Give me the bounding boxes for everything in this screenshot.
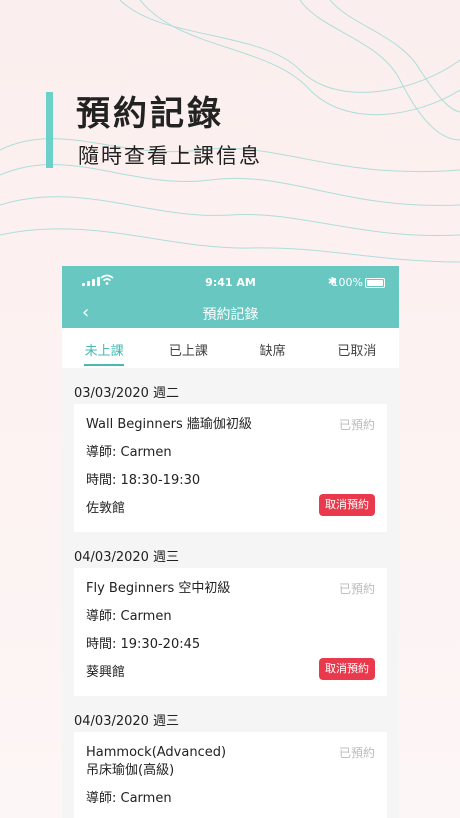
status-badge: 已預約 xyxy=(338,418,375,432)
cancel-booking-button[interactable]: 取消預約 xyxy=(319,494,375,516)
date-header: 03/03/2020 週二 xyxy=(74,386,180,401)
booking-card[interactable]: Fly Beginners 空中初級 已預約 導師: Carmen 時間: 19… xyxy=(74,568,387,696)
teacher-text: 導師: Carmen xyxy=(86,445,172,460)
tab-absent[interactable]: 缺席 xyxy=(231,328,315,368)
status-bar: 9:41 AM ✱ 100% xyxy=(62,266,399,298)
status-badge: 已預約 xyxy=(338,746,375,760)
nav-title: 預約記錄 xyxy=(202,307,259,323)
tab-cancelled[interactable]: 已取消 xyxy=(315,328,399,368)
hero-title: 預約記錄 xyxy=(76,94,224,134)
navigation-bar: ‹ 預約記錄 xyxy=(62,298,399,328)
class-title: Fly Beginners 空中初級 xyxy=(86,581,231,596)
date-header: 04/03/2020 週三 xyxy=(74,550,180,565)
status-badge: 已預約 xyxy=(338,582,375,596)
booking-list: 03/03/2020 週二 Wall Beginners 牆瑜伽初級 已預約 導… xyxy=(62,368,399,818)
class-title: Hammock(Advanced) 吊床瑜伽(高級) xyxy=(86,745,227,778)
cancel-booking-button[interactable]: 取消預約 xyxy=(319,658,375,680)
phone-screen: 9:41 AM ✱ 100% ‹ 預約記錄 未上課 已上課 缺席 已取消 03/… xyxy=(62,266,399,818)
battery-percent: 100% xyxy=(331,276,363,289)
hero-subtitle: 隨時查看上課信息 xyxy=(78,144,262,168)
date-header: 04/03/2020 週三 xyxy=(74,714,180,729)
teacher-text: 導師: Carmen xyxy=(86,609,172,624)
booking-card[interactable]: Wall Beginners 牆瑜伽初級 已預約 導師: Carmen 時間: … xyxy=(74,404,387,532)
battery-icon xyxy=(365,278,385,288)
teacher-text: 導師: Carmen xyxy=(86,791,172,806)
hero-accent-bar xyxy=(46,92,53,168)
booking-card[interactable]: Hammock(Advanced) 吊床瑜伽(高級) 已預約 導師: Carme… xyxy=(74,732,387,818)
class-title: Wall Beginners 牆瑜伽初級 xyxy=(86,417,252,432)
time-text: 時間: 19:30-20:45 xyxy=(86,637,201,652)
tab-attended[interactable]: 已上課 xyxy=(146,328,230,368)
time-text: 時間: 18:30-19:30 xyxy=(86,473,201,488)
tab-upcoming[interactable]: 未上課 xyxy=(62,328,146,368)
booking-tabs: 未上課 已上課 缺席 已取消 xyxy=(62,328,399,368)
